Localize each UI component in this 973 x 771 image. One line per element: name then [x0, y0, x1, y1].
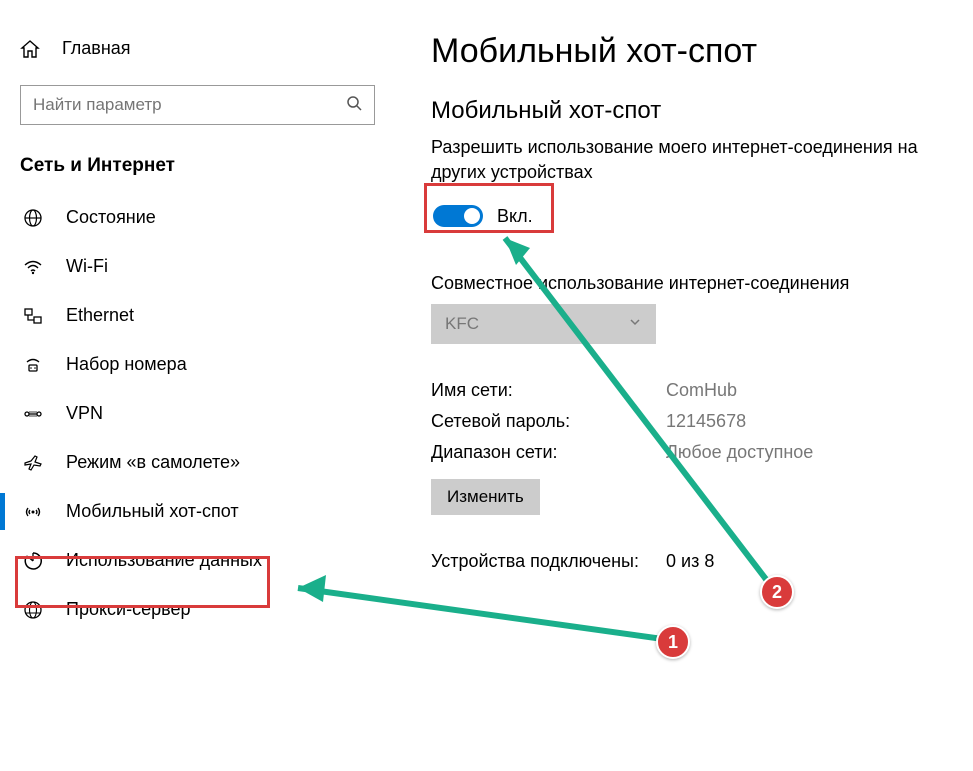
hotspot-subtitle: Мобильный хот-спот [431, 97, 943, 125]
sidebar-item-label: Состояние [66, 207, 156, 228]
network-info-grid: Имя сети: ComHub Сетевой пароль: 1214567… [431, 380, 943, 463]
search-icon [346, 95, 362, 116]
dropdown-value: KFC [445, 314, 479, 334]
sidebar-item-data-usage[interactable]: Использование данных [0, 536, 395, 585]
network-password-value: 12145678 [666, 411, 943, 432]
sidebar-item-vpn[interactable]: VPN [0, 389, 395, 438]
share-label: Совместное использование интернет-соедин… [431, 273, 943, 294]
vpn-icon [22, 404, 44, 424]
sidebar-item-label: Использование данных [66, 550, 262, 571]
network-password-label: Сетевой пароль: [431, 411, 666, 432]
chevron-down-icon [628, 314, 642, 334]
sidebar-item-dialup[interactable]: Набор номера [0, 340, 395, 389]
devices-label: Устройства подключены: [431, 551, 666, 572]
airplane-icon [22, 453, 44, 473]
hotspot-toggle-label: Вкл. [497, 206, 533, 227]
sidebar-item-label: Набор номера [66, 354, 187, 375]
data-usage-icon [22, 551, 44, 571]
network-name-label: Имя сети: [431, 380, 666, 401]
sidebar: Главная Сеть и Интернет Состояние Wi-Fi [0, 0, 395, 771]
network-band-label: Диапазон сети: [431, 442, 666, 463]
network-band-value: Любое доступное [666, 442, 943, 463]
devices-row: Устройства подключены: 0 из 8 [431, 551, 943, 572]
wifi-icon [22, 257, 44, 277]
sidebar-item-label: Мобильный хот-спот [66, 501, 239, 522]
sidebar-section-title: Сеть и Интернет [0, 143, 395, 193]
sidebar-item-label: Wi-Fi [66, 256, 108, 277]
sidebar-item-proxy[interactable]: Прокси-сервер [0, 585, 395, 634]
sidebar-item-wifi[interactable]: Wi-Fi [0, 242, 395, 291]
globe-icon [22, 208, 44, 228]
sidebar-item-status[interactable]: Состояние [0, 193, 395, 242]
nav-home[interactable]: Главная [0, 30, 395, 67]
devices-value: 0 из 8 [666, 551, 943, 572]
sidebar-item-label: Ethernet [66, 305, 134, 326]
network-name-value: ComHub [666, 380, 943, 401]
dialup-icon [22, 355, 44, 375]
hotspot-toggle-row: Вкл. [431, 199, 559, 233]
nav-home-label: Главная [62, 38, 131, 59]
search-input[interactable] [33, 95, 346, 115]
sidebar-item-label: VPN [66, 403, 103, 424]
sidebar-item-hotspot[interactable]: Мобильный хот-спот [0, 487, 395, 536]
search-input-box[interactable] [20, 85, 375, 125]
proxy-icon [22, 600, 44, 620]
sidebar-item-label: Прокси-сервер [66, 599, 191, 620]
page-title: Мобильный хот-спот [431, 32, 943, 71]
hotspot-icon [22, 502, 44, 522]
hotspot-description: Разрешить использование моего интернет-с… [431, 135, 943, 185]
sidebar-item-airplane[interactable]: Режим «в самолете» [0, 438, 395, 487]
ethernet-icon [22, 306, 44, 326]
sidebar-item-ethernet[interactable]: Ethernet [0, 291, 395, 340]
edit-button[interactable]: Изменить [431, 479, 540, 515]
hotspot-toggle[interactable] [433, 205, 483, 227]
sidebar-item-label: Режим «в самолете» [66, 452, 240, 473]
main-content: Мобильный хот-спот Мобильный хот-спот Ра… [395, 0, 973, 771]
share-connection-dropdown[interactable]: KFC [431, 304, 656, 344]
home-icon [20, 39, 40, 59]
